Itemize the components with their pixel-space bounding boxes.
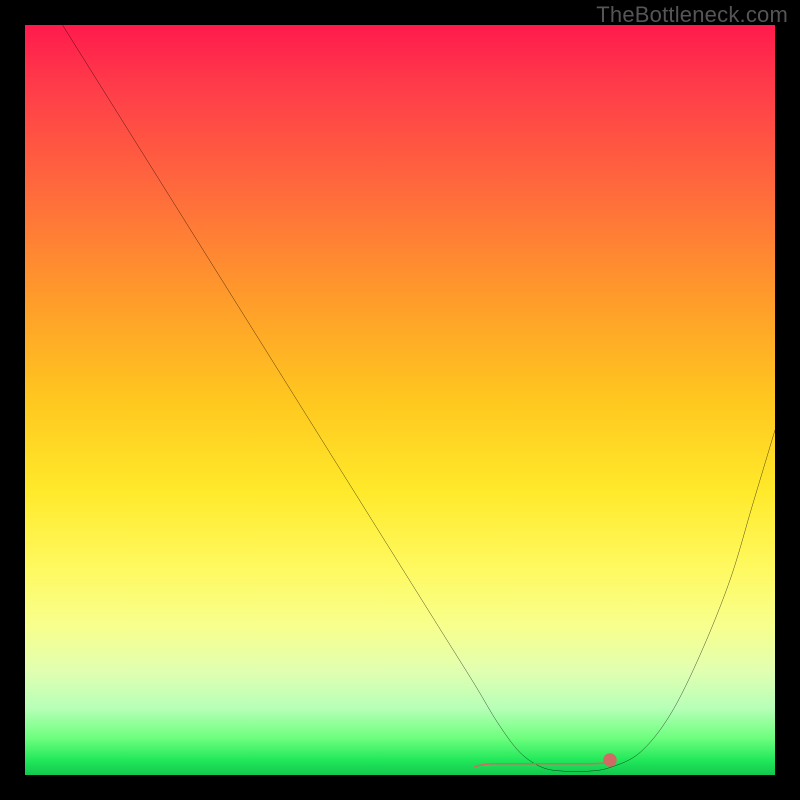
optimal-flat-region — [25, 25, 775, 775]
chart-stage: TheBottleneck.com — [0, 0, 800, 800]
watermark-text: TheBottleneck.com — [596, 2, 788, 28]
plot-area — [25, 25, 775, 775]
